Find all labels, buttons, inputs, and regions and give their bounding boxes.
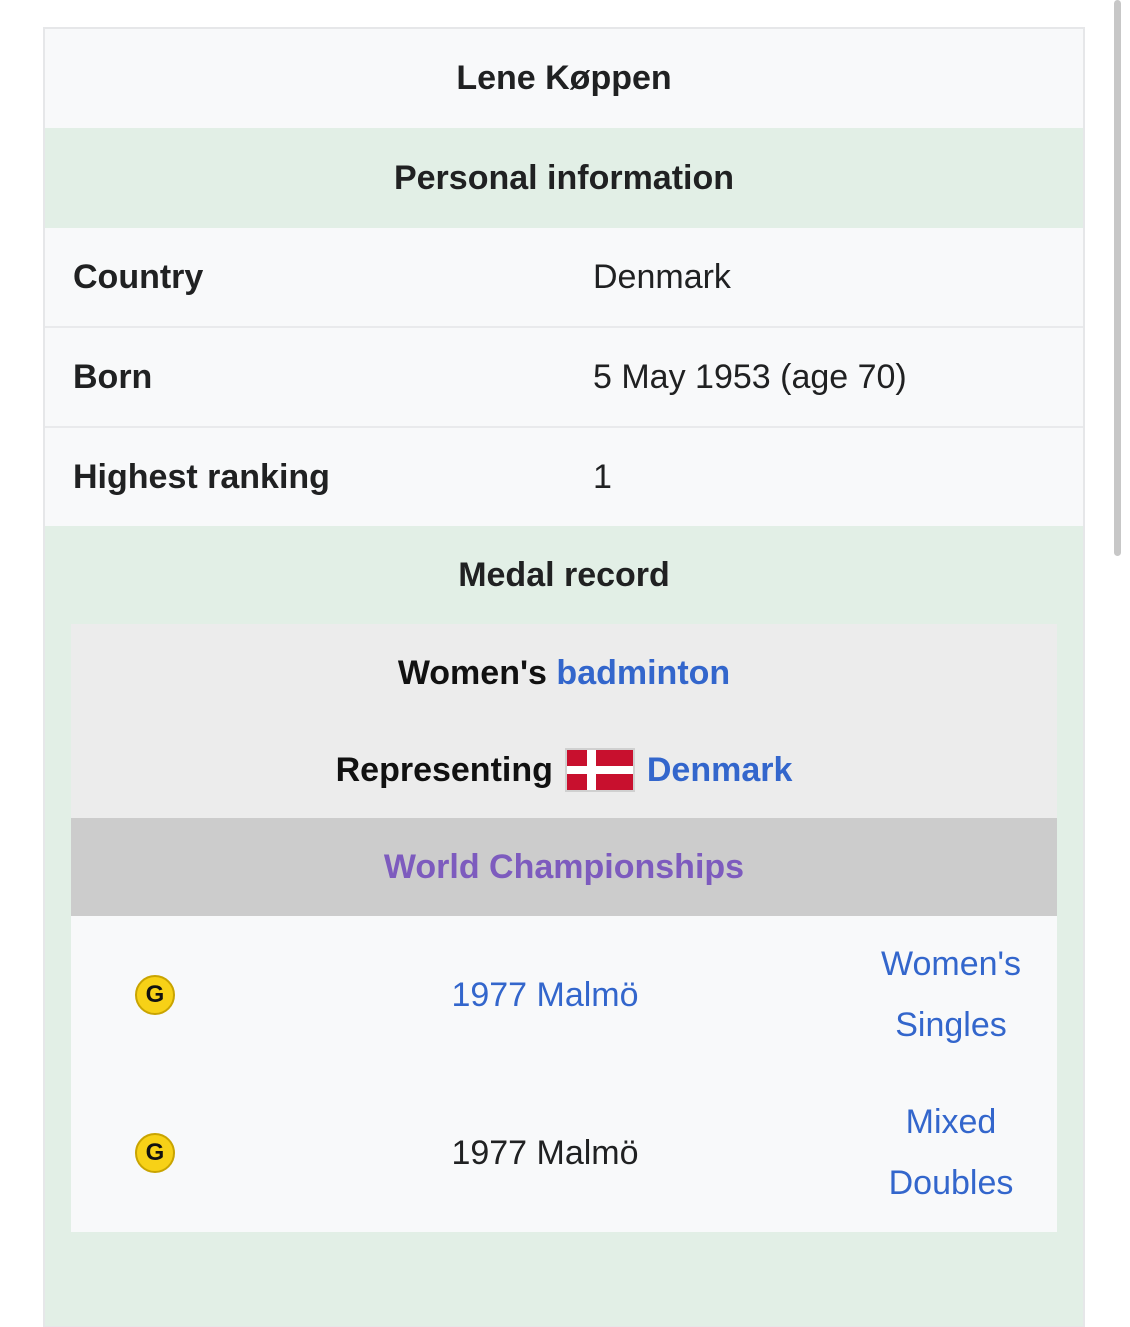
event-text: 1977 Malmö	[451, 1133, 639, 1172]
medal-cell: G	[71, 1133, 239, 1173]
sport-prefix: Women's	[397, 653, 547, 692]
country-value: Denmark	[593, 257, 731, 296]
highest-ranking-label: Highest ranking	[73, 457, 330, 496]
medal-table: Women's badminton Representing Denmark W…	[71, 624, 1057, 1232]
sport-row: Women's badminton	[71, 624, 1057, 722]
gold-medal-icon: G	[135, 1133, 175, 1173]
medal-cell: G	[71, 975, 239, 1015]
country-label: Country	[73, 257, 204, 296]
scrollbar[interactable]	[1114, 0, 1121, 556]
medal-row: G 1977 Malmö Women's Singles	[71, 916, 1057, 1074]
category-link[interactable]: Mixed Doubles	[851, 1092, 1051, 1214]
denmark-flag-icon	[564, 748, 635, 792]
info-row-born: Born 5 May 1953 (age 70)	[45, 326, 1083, 426]
gold-medal-icon: G	[135, 975, 175, 1015]
personal-information-heading: Personal information	[45, 128, 1083, 228]
event-link[interactable]: 1977 Malmö	[239, 976, 851, 1015]
medal-row: G 1977 Malmö Mixed Doubles	[71, 1074, 1057, 1232]
category-line-1: Women's	[880, 945, 1022, 983]
born-value: 5 May 1953 (age 70)	[593, 357, 907, 396]
world-championships-link[interactable]: World Championships	[71, 818, 1057, 916]
personal-info-rows: Country Denmark Born 5 May 1953 (age 70)…	[45, 228, 1083, 526]
category-line-1: Mixed	[905, 1103, 997, 1141]
denmark-link[interactable]: Denmark	[647, 751, 793, 790]
representing-label: Representing	[335, 750, 553, 789]
medal-record-section: Medal record Women's badminton Represent…	[45, 526, 1083, 1326]
info-row-country: Country Denmark	[45, 228, 1083, 326]
medal-record-heading: Medal record	[458, 555, 670, 594]
infobox: Lene Køppen Personal information Country…	[43, 27, 1085, 1327]
highest-ranking-value: 1	[593, 457, 612, 496]
info-row-highest-ranking: Highest ranking 1	[45, 426, 1083, 526]
born-label: Born	[73, 357, 153, 396]
category-line-2: Singles	[895, 1006, 1007, 1044]
representing-row: Representing Denmark	[71, 722, 1057, 818]
badminton-link[interactable]: badminton	[556, 654, 730, 693]
category-line-2: Doubles	[888, 1164, 1014, 1202]
infobox-title: Lene Køppen	[45, 29, 1083, 128]
category-link[interactable]: Women's Singles	[851, 934, 1051, 1056]
